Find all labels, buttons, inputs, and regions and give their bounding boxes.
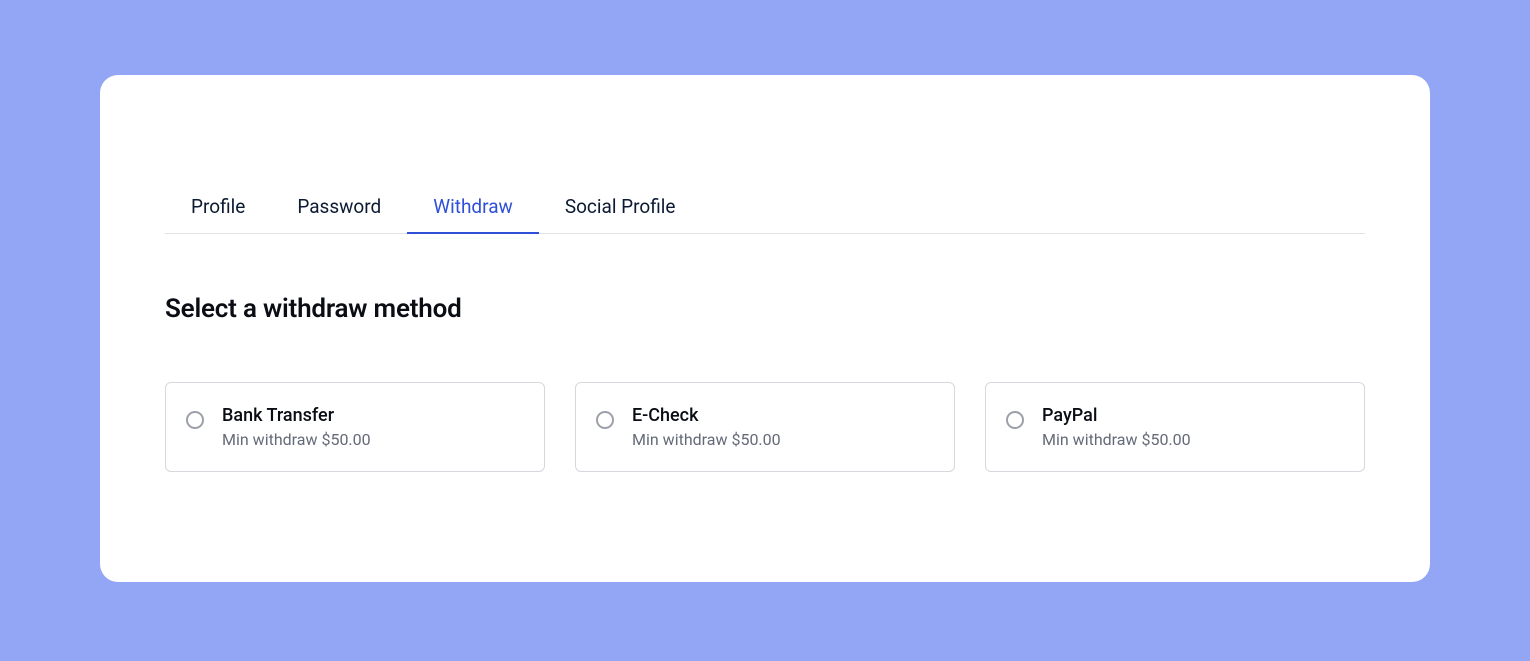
option-label: PayPal xyxy=(1042,405,1191,426)
tab-profile[interactable]: Profile xyxy=(165,185,271,234)
option-sublabel: Min withdraw $50.00 xyxy=(222,430,371,449)
settings-card: Profile Password Withdraw Social Profile… xyxy=(100,75,1430,582)
option-sublabel: Min withdraw $50.00 xyxy=(1042,430,1191,449)
option-bank-transfer[interactable]: Bank Transfer Min withdraw $50.00 xyxy=(165,382,545,472)
tab-password[interactable]: Password xyxy=(271,185,407,234)
radio-icon[interactable] xyxy=(1006,411,1024,429)
radio-icon[interactable] xyxy=(596,411,614,429)
option-label: Bank Transfer xyxy=(222,405,371,426)
option-e-check[interactable]: E-Check Min withdraw $50.00 xyxy=(575,382,955,472)
tabs-bar: Profile Password Withdraw Social Profile xyxy=(165,185,1365,234)
withdraw-options: Bank Transfer Min withdraw $50.00 E-Chec… xyxy=(165,382,1365,472)
option-label: E-Check xyxy=(632,405,781,426)
tab-withdraw[interactable]: Withdraw xyxy=(407,185,539,234)
option-sublabel: Min withdraw $50.00 xyxy=(632,430,781,449)
tab-social-profile[interactable]: Social Profile xyxy=(539,185,702,234)
option-paypal[interactable]: PayPal Min withdraw $50.00 xyxy=(985,382,1365,472)
radio-icon[interactable] xyxy=(186,411,204,429)
section-title: Select a withdraw method xyxy=(165,294,1365,324)
